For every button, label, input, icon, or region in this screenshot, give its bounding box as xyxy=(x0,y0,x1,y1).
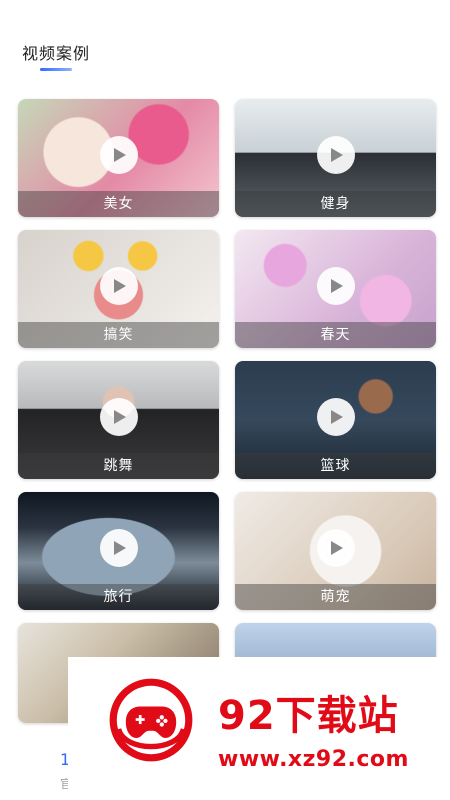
play-icon[interactable] xyxy=(99,529,138,567)
watermark-title: 92下载站 xyxy=(218,693,399,739)
play-icon[interactable] xyxy=(99,398,138,436)
video-card-dance[interactable]: 跳舞 xyxy=(18,361,219,479)
play-icon[interactable] xyxy=(99,267,138,305)
video-label: 健身 xyxy=(320,196,351,212)
video-card-basketball[interactable]: 篮球 xyxy=(235,361,436,479)
video-label: 跳舞 xyxy=(103,458,134,474)
video-card-funny[interactable]: 搞笑 xyxy=(18,230,219,348)
video-label: 萌宠 xyxy=(320,589,351,605)
video-label: 春天 xyxy=(320,327,351,343)
play-glyph xyxy=(113,148,126,162)
play-glyph xyxy=(330,279,343,293)
video-card-travel[interactable]: 旅行 xyxy=(18,492,219,610)
play-glyph xyxy=(330,148,343,162)
watermark-url: www.xz92.com xyxy=(218,747,409,772)
video-label: 搞笑 xyxy=(103,327,134,343)
play-icon[interactable] xyxy=(316,136,355,174)
play-glyph xyxy=(113,279,126,293)
page-title: 视频案例 xyxy=(22,44,91,63)
play-glyph xyxy=(113,541,126,555)
header: 视频案例 xyxy=(22,40,91,71)
video-card-fitness[interactable]: 健身 xyxy=(235,99,436,217)
title-underline xyxy=(40,68,72,71)
play-glyph xyxy=(330,541,343,555)
video-card-pet[interactable]: 萌宠 xyxy=(235,492,436,610)
play-glyph xyxy=(113,410,126,424)
play-icon[interactable] xyxy=(316,529,355,567)
play-icon[interactable] xyxy=(99,136,138,174)
video-card-spring[interactable]: 春天 xyxy=(235,230,436,348)
play-icon[interactable] xyxy=(316,398,355,436)
play-icon[interactable] xyxy=(316,267,355,305)
video-label: 旅行 xyxy=(103,589,134,605)
video-card-beauty[interactable]: 美女 xyxy=(18,99,219,217)
gamepad-logo-icon xyxy=(109,678,193,762)
watermark-overlay: 92下载站 www.xz92.com xyxy=(68,657,450,800)
video-label: 美女 xyxy=(103,196,134,212)
play-glyph xyxy=(330,410,343,424)
video-label: 篮球 xyxy=(320,458,351,474)
